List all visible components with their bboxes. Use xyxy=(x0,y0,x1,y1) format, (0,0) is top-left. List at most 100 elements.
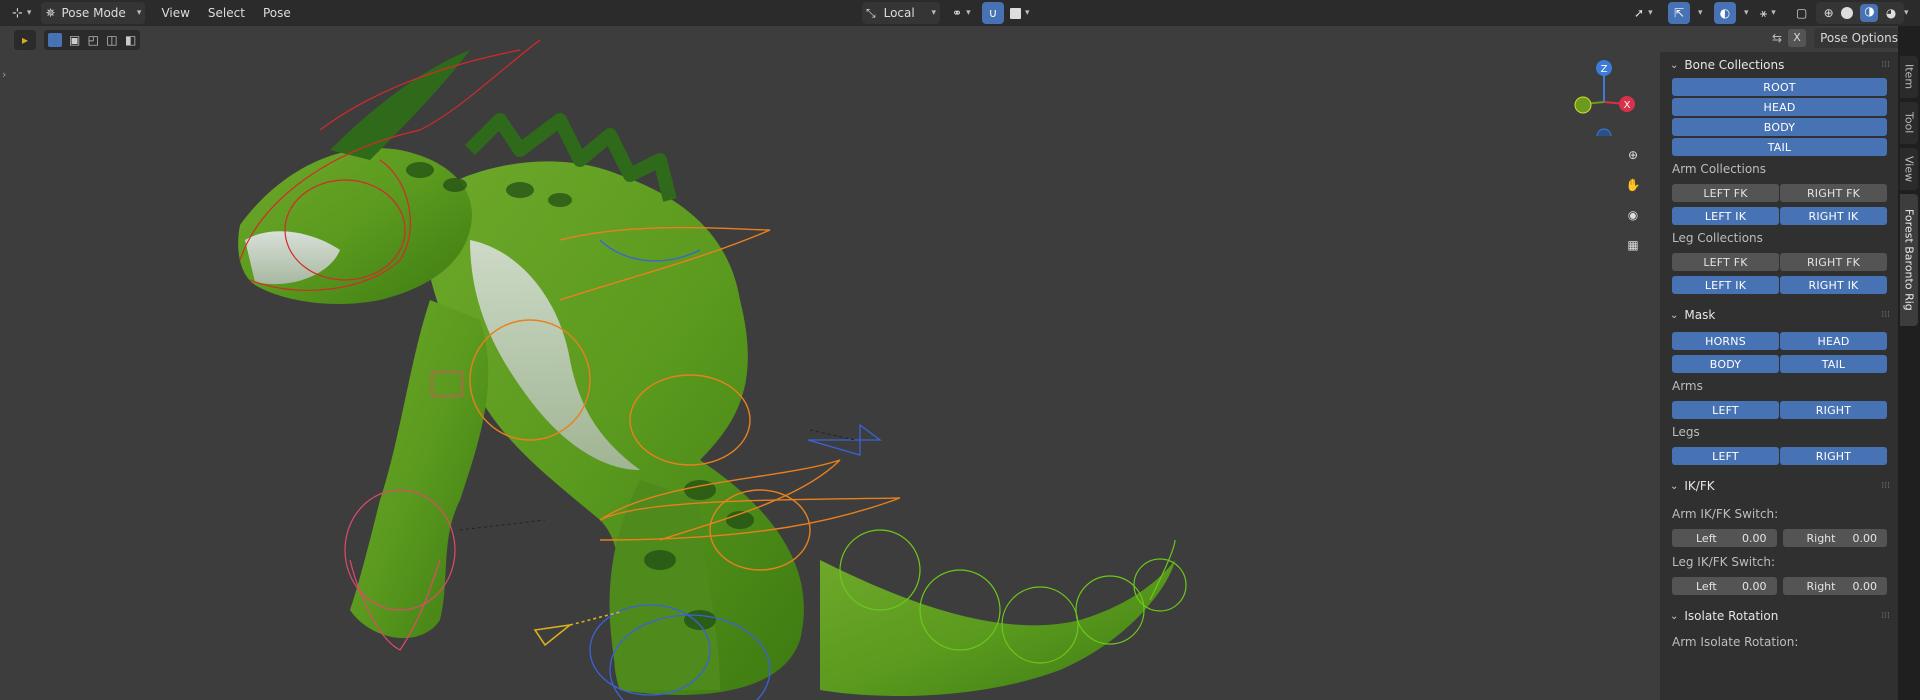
leg-left-ik-button[interactable]: LEFT IK xyxy=(1672,276,1779,294)
selection-mode-group: ▣ ◰ ◫ ◧ xyxy=(44,30,140,50)
drag-grip-icon[interactable]: ⁞⁞⁞ xyxy=(1881,481,1890,491)
mask-header[interactable]: ⌄ Mask ⁞⁞⁞ xyxy=(1660,302,1898,328)
gizmo-toggle[interactable]: ⇱ xyxy=(1668,2,1690,24)
tab-view[interactable]: View xyxy=(1900,148,1918,190)
drag-grip-icon[interactable]: ⁞⁞⁞ xyxy=(1881,611,1890,621)
arm-left-ik-button[interactable]: LEFT IK xyxy=(1672,207,1779,225)
mask-head-button[interactable]: HEAD xyxy=(1780,332,1887,350)
leg-fk-row: LEFT FK RIGHT FK xyxy=(1672,253,1887,271)
section-title: Mask xyxy=(1684,308,1716,322)
mask-arm-left-button[interactable]: LEFT xyxy=(1672,401,1779,419)
magnet-icon: ∪ xyxy=(988,6,998,20)
collection-row: TAIL xyxy=(1672,138,1887,156)
mask-arms-label: Arms xyxy=(1672,379,1703,393)
chevron-down-icon: ⌄ xyxy=(1670,309,1679,321)
mask-tail-button[interactable]: TAIL xyxy=(1780,355,1887,373)
field-label: Right xyxy=(1806,531,1836,545)
camera-view-icon[interactable]: ◉ xyxy=(1620,202,1646,228)
navigation-gizmo[interactable]: Z X xyxy=(1570,56,1650,144)
visibility-dropdown[interactable]: ➚ ▾ xyxy=(1630,2,1657,24)
perspective-toggle-icon[interactable]: ▦ xyxy=(1620,232,1646,258)
select-intersect-icon[interactable]: ◧ xyxy=(125,33,136,47)
arm-left-fk-button[interactable]: LEFT FK xyxy=(1672,184,1779,202)
x-mirror-icon[interactable]: ⇆ xyxy=(1772,31,1782,45)
select-extend-icon[interactable]: ▣ xyxy=(69,33,80,47)
axis-gizmo: Z X xyxy=(1574,60,1635,144)
shading-dropdown[interactable]: ▾ xyxy=(1904,2,1909,24)
mode-dropdown[interactable]: ✵ Pose Mode ▾ xyxy=(41,2,146,24)
select-tool-button[interactable]: ▸ xyxy=(14,30,36,50)
bone-icon: ⚹ xyxy=(1760,5,1768,20)
chevron-down-icon: ▾ xyxy=(1904,8,1909,18)
leg-collections-label: Leg Collections xyxy=(1672,231,1763,245)
mask-leg-left-button[interactable]: LEFT xyxy=(1672,447,1779,465)
section-title: Isolate Rotation xyxy=(1684,609,1779,623)
mask-legs-row: LEFT RIGHT xyxy=(1672,447,1887,465)
field-label: Right xyxy=(1806,579,1836,593)
leg-ikfk-right-field[interactable]: Right 0.00 xyxy=(1782,577,1887,595)
leg-left-fk-button[interactable]: LEFT FK xyxy=(1672,253,1779,271)
menu-view[interactable]: View xyxy=(157,2,193,24)
material-shading-icon[interactable]: ◑ xyxy=(1860,4,1879,22)
select-subtract-icon[interactable]: ◰ xyxy=(88,33,99,47)
transform-orientation-dropdown[interactable]: ⤡ Local ▾ xyxy=(862,2,940,24)
select-invert-icon[interactable]: ◫ xyxy=(106,33,117,47)
bone-relationship-line xyxy=(459,519,546,531)
chevron-down-icon: ⌄ xyxy=(1670,610,1679,622)
shading-mode-group: ⊕ ◑ ◕ xyxy=(1816,2,1904,24)
chevron-down-icon: ▾ xyxy=(1025,8,1030,18)
drag-grip-icon[interactable]: ⁞⁞⁞ xyxy=(1881,60,1890,70)
leg-ik-row: LEFT IK RIGHT IK xyxy=(1672,276,1887,294)
pivot-point-button[interactable]: ⚭ ▾ xyxy=(948,2,975,24)
leg-ikfk-left-field[interactable]: Left 0.00 xyxy=(1672,577,1777,595)
tab-item[interactable]: Item xyxy=(1900,56,1918,98)
toolbar-expand-arrow[interactable]: › xyxy=(2,68,6,81)
chevron-down-icon: ▾ xyxy=(1698,8,1703,18)
pan-hand-icon[interactable]: ✋ xyxy=(1620,172,1646,198)
solid-shading-icon[interactable] xyxy=(1841,7,1854,19)
zoom-icon[interactable]: ⊕ xyxy=(1620,142,1646,168)
menu-select[interactable]: Select xyxy=(204,2,249,24)
arm-ikfk-right-field[interactable]: Right 0.00 xyxy=(1782,529,1887,547)
arm-right-fk-button[interactable]: RIGHT FK xyxy=(1780,184,1887,202)
rendered-shading-icon[interactable]: ◕ xyxy=(1886,6,1896,20)
arm-right-ik-button[interactable]: RIGHT IK xyxy=(1780,207,1887,225)
editor-type-button[interactable]: ⊹ ▾ xyxy=(8,2,35,24)
tail-collection-button[interactable]: TAIL xyxy=(1672,138,1887,156)
root-collection-button[interactable]: ROOT xyxy=(1672,78,1887,96)
leg-right-ik-button[interactable]: RIGHT IK xyxy=(1780,276,1887,294)
leg-ikfk-label: Leg IK/FK Switch: xyxy=(1672,555,1776,569)
chevron-down-icon: ⌄ xyxy=(1670,59,1679,71)
snap-toggle[interactable]: ∪ xyxy=(982,2,1004,24)
tab-tool[interactable]: Tool xyxy=(1900,102,1918,144)
arm-isolate-label: Arm Isolate Rotation: xyxy=(1672,635,1799,649)
bone-overlays-dropdown[interactable]: ⚹ ▾ xyxy=(1756,2,1780,24)
overlays-dropdown[interactable]: ▾ xyxy=(1736,2,1753,24)
ikfk-header[interactable]: ⌄ IK/FK ⁞⁞⁞ xyxy=(1660,473,1898,499)
bone-collections-header[interactable]: ⌄ Bone Collections ⁞⁞⁞ xyxy=(1660,52,1898,78)
leg-right-fk-button[interactable]: RIGHT FK xyxy=(1780,253,1887,271)
square-icon xyxy=(1010,7,1021,19)
body-collection-button[interactable]: BODY xyxy=(1672,118,1887,136)
xray-toggle[interactable]: ▢ xyxy=(1792,2,1811,24)
field-value: 0.00 xyxy=(1742,579,1767,593)
pose-options-label: Pose Options xyxy=(1820,31,1898,45)
head-collection-button[interactable]: HEAD xyxy=(1672,98,1887,116)
mask-body-button[interactable]: BODY xyxy=(1672,355,1779,373)
arm-ikfk-left-field[interactable]: Left 0.00 xyxy=(1672,529,1777,547)
overlays-toggle[interactable]: ◐ xyxy=(1714,2,1736,24)
snap-target-dropdown[interactable]: ▾ xyxy=(1006,2,1034,24)
drag-grip-icon[interactable]: ⁞⁞⁞ xyxy=(1881,310,1890,320)
isolate-rotation-header[interactable]: ⌄ Isolate Rotation ⁞⁞⁞ xyxy=(1660,603,1898,629)
mask-arm-right-button[interactable]: RIGHT xyxy=(1780,401,1887,419)
mask-leg-right-button[interactable]: RIGHT xyxy=(1780,447,1887,465)
gizmo-dropdown[interactable]: ▾ xyxy=(1690,2,1707,24)
x-mirror-toggle[interactable]: X xyxy=(1788,29,1807,47)
menu-pose[interactable]: Pose xyxy=(259,2,295,24)
chevron-down-icon: ▾ xyxy=(26,8,32,18)
select-new-icon[interactable] xyxy=(47,33,62,47)
3d-viewport[interactable]: ▸ ▣ ◰ ◫ ◧ › ⚙ Z X ⊕ ✋ ◉ xyxy=(0,26,1660,700)
tab-forest-baronto-rig[interactable]: Forest Baronto Rig xyxy=(1900,194,1918,326)
mask-horns-button[interactable]: HORNS xyxy=(1672,332,1779,350)
wireframe-shading-icon[interactable]: ⊕ xyxy=(1824,6,1834,20)
